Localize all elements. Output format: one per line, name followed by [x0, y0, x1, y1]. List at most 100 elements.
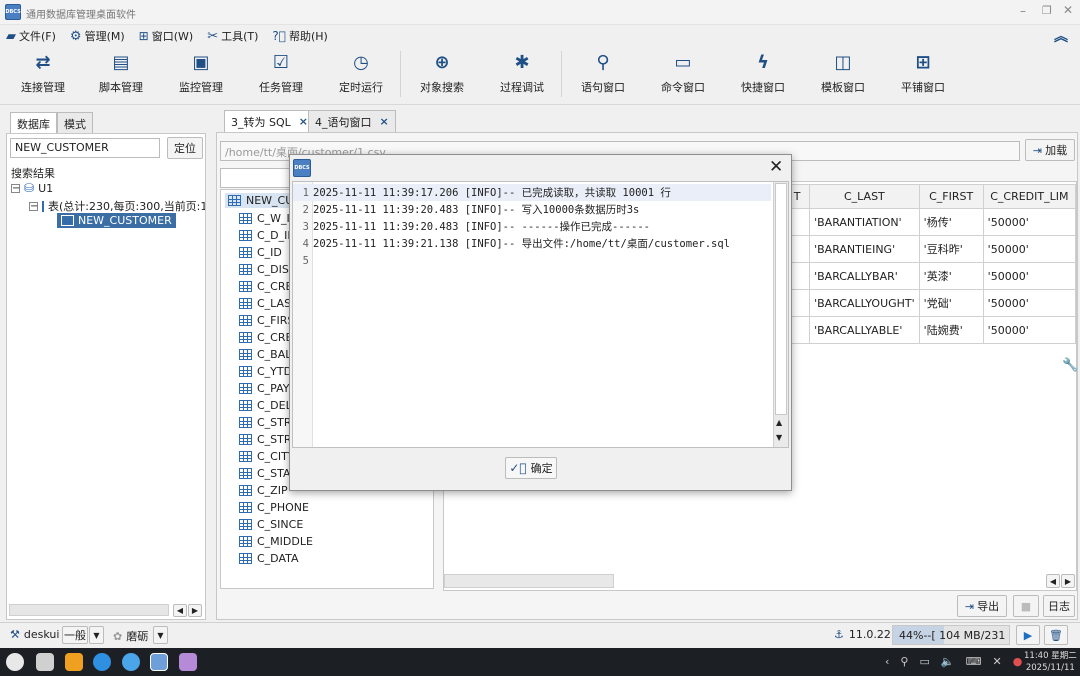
editor-task-icon[interactable] [179, 653, 197, 671]
wrench-icon[interactable]: 🔧 [1062, 358, 1078, 373]
task-icon: ☑ [272, 51, 290, 73]
statement-window-button[interactable]: ⚲ 语句窗口 [568, 51, 638, 95]
close-tab-icon[interactable]: × [380, 115, 389, 128]
scroll-left-icon[interactable]: ◀ [173, 604, 187, 617]
file-manager-icon[interactable] [65, 653, 83, 671]
toolbar-separator [400, 51, 401, 97]
column-item[interactable]: C_SINCE [239, 516, 313, 533]
tray-search-icon[interactable]: ⚲ [900, 655, 908, 668]
filter-input[interactable] [220, 168, 300, 188]
tile-window-button[interactable]: ⊞ 平铺窗口 [888, 51, 958, 95]
tab-database[interactable]: 数据库 [10, 112, 57, 134]
collapse-toolbar-icon[interactable]: ︽ [1054, 26, 1068, 46]
column-item[interactable]: C_MIDDLE [239, 533, 313, 550]
column-item[interactable]: C_DATA [239, 550, 313, 567]
log-line: 3 2025-11-11 11:39:20.483 [INFO]-- ------… [302, 220, 650, 234]
mode-select[interactable]: 一般 [62, 626, 88, 644]
scroll-right-icon[interactable]: ▶ [188, 604, 202, 617]
task-manage-button[interactable]: ☑ 任务管理 [246, 51, 316, 95]
scroll-down-icon[interactable]: ▼ [776, 433, 782, 442]
vertical-scrollbar[interactable]: ▲ ▼ [773, 182, 788, 447]
grid-header[interactable]: C_LAST [809, 184, 920, 209]
chevron-down-icon[interactable]: ▼ [153, 626, 168, 644]
locate-button[interactable]: 定位 [167, 137, 203, 159]
task-view-icon[interactable] [36, 653, 54, 671]
tray-keyboard-icon[interactable]: ⌨ [966, 655, 982, 668]
trash-icon[interactable]: 🗑 [1044, 625, 1068, 645]
column-icon [239, 349, 252, 360]
scroll-left-icon[interactable]: ◀ [1046, 574, 1060, 588]
script-manage-button[interactable]: ▤ 脚本管理 [86, 51, 156, 95]
tree-node-u1[interactable]: − ⛁ U1 [11, 181, 53, 195]
menu-window[interactable]: ⊞ 窗口(W) [139, 28, 194, 44]
tray-volume-icon[interactable]: 🔈 [941, 655, 955, 668]
command-window-button[interactable]: ▭ 命令窗口 [648, 51, 718, 95]
tray-arrow-icon[interactable]: ‹ [885, 655, 889, 668]
tray-network-icon[interactable]: ✕ [992, 655, 1001, 668]
table-row[interactable]: 'BARANTIATION' '杨传' '50000' [783, 208, 1077, 236]
tree-node-new-customer[interactable]: NEW_CUSTOMER [57, 213, 176, 228]
horizontal-scrollbar[interactable] [9, 604, 169, 616]
version-indicator: ⚓ 11.0.22 [834, 628, 891, 641]
collapse-icon[interactable]: − [11, 183, 20, 193]
template-icon: ◫ [834, 51, 852, 73]
tab-statement-window[interactable]: 4_语句窗口 × [308, 110, 396, 132]
connection-manage-button[interactable]: ⇄ 连接管理 [8, 51, 78, 95]
app-task-icon[interactable] [150, 653, 168, 671]
scroll-up-icon[interactable]: ▲ [776, 418, 782, 427]
table-row[interactable]: 'BARCALLYABLE' '陆婉费' '50000' [783, 316, 1077, 344]
export-button[interactable]: ⇥ 导出 [957, 595, 1007, 617]
minimize-icon[interactable]: – [1020, 4, 1026, 18]
browser-icon[interactable] [93, 653, 111, 671]
grid-header[interactable]: C_CREDIT_LIM [982, 184, 1077, 209]
scroll-right-icon[interactable]: ▶ [1061, 574, 1075, 588]
load-button[interactable]: ⇥ 加载 [1025, 139, 1075, 161]
tree-node-tables[interactable]: − 表(总计:230,每页:300,当前页:1 [29, 198, 205, 214]
menu-help[interactable]: ?⃝ 帮助(H) [272, 28, 327, 44]
clock[interactable]: 11:40 星期二 2025/11/11 [1024, 650, 1077, 674]
command-icon: ▭ [674, 51, 692, 73]
dialog-close-icon[interactable]: ✕ [769, 157, 783, 177]
grid-horizontal-scrollbar[interactable] [444, 574, 614, 588]
log-button[interactable]: 日志 [1043, 595, 1075, 617]
tray-screen-icon[interactable]: ▭ [919, 655, 929, 668]
chevron-down-icon[interactable]: ▼ [89, 626, 104, 644]
script-icon: ▤ [112, 51, 130, 73]
close-window-icon[interactable]: ✕ [1063, 3, 1073, 17]
quick-window-button[interactable]: ϟ 快捷窗口 [728, 51, 798, 95]
template-window-button[interactable]: ◫ 模板窗口 [808, 51, 878, 95]
load-icon: ⇥ [1032, 143, 1043, 157]
tab-schema[interactable]: 模式 [57, 112, 93, 134]
table-row[interactable]: 'BARANTIEING' '豆科昨' '50000' [783, 235, 1077, 263]
restore-icon[interactable]: ❐ [1042, 4, 1052, 17]
table-row[interactable]: 'BARCALLYBAR' '英漆' '50000' [783, 262, 1077, 290]
log-dialog: DBCS ✕ 1 2025-11-11 11:39:17.206 [INFO]--… [289, 154, 792, 491]
column-item[interactable]: C_PHONE [239, 499, 313, 516]
theme-icon: ✿ [113, 629, 123, 643]
monitor-manage-button[interactable]: ▣ 监控管理 [166, 51, 236, 95]
tab-convert-sql[interactable]: 3_转为 SQL × [224, 110, 315, 132]
database-icon: ⛁ [24, 181, 35, 195]
assistant-icon[interactable] [122, 653, 140, 671]
log-lines: 1 2025-11-11 11:39:17.206 [INFO]-- 已完成读取，… [293, 184, 771, 269]
procedure-debug-button[interactable]: ✱ 过程调试 [487, 51, 557, 95]
menu-items: ▰ 文件(F) ⚙ 管理(M) ⊞ 窗口(W) ✂ 工具(T) ?⃝ 帮助(H) [6, 28, 328, 44]
object-search-input[interactable]: NEW_CUSTOMER [10, 138, 160, 158]
start-menu-icon[interactable] [6, 653, 24, 671]
tray-notify-icon[interactable]: ● [1013, 655, 1023, 668]
status-bar: ⚒ deskui 一般 ▼ ✿ 磨砺 ▼ ⚓ 11.0.22 44%--[ 104 M… [0, 622, 1080, 647]
menu-manage[interactable]: ⚙ 管理(M) [70, 28, 125, 44]
object-search-button[interactable]: ⊕ 对象搜索 [407, 51, 477, 95]
table-row[interactable]: 'BARCALLYOUGHT' '党础' '50000' [783, 289, 1077, 317]
scheduled-run-button[interactable]: ◷ 定时运行 [326, 51, 396, 95]
stop-button[interactable]: ■ [1013, 595, 1039, 617]
close-tab-icon[interactable]: × [299, 115, 308, 128]
log-text-area[interactable]: 1 2025-11-11 11:39:17.206 [INFO]-- 已完成读取，… [292, 181, 789, 448]
grid-header[interactable]: C_FIRST [918, 184, 984, 209]
menu-file[interactable]: ▰ 文件(F) [6, 28, 56, 44]
scrollbar-thumb[interactable] [775, 183, 787, 415]
confirm-button[interactable]: ✓⃝ 确定 [505, 457, 557, 479]
collapse-icon[interactable]: − [29, 201, 38, 211]
play-icon[interactable]: ▶ [1016, 625, 1040, 645]
menu-tools[interactable]: ✂ 工具(T) [207, 28, 258, 44]
